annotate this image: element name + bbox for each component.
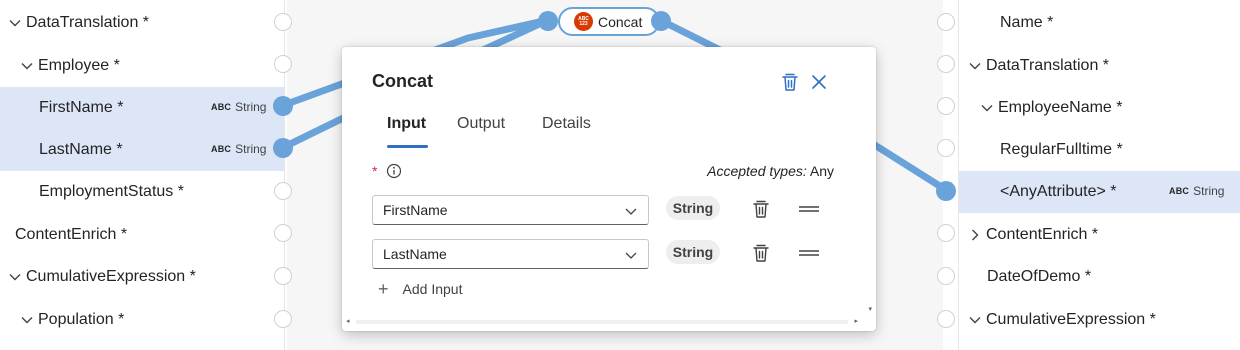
drag-handle-icon[interactable]: [799, 198, 819, 220]
target-port[interactable]: [937, 267, 955, 285]
source-node-employmentstatus[interactable]: EmploymentStatus *: [0, 171, 284, 213]
input-select-lastname[interactable]: LastName: [372, 239, 649, 269]
target-port[interactable]: [937, 139, 955, 157]
drag-handle-icon[interactable]: [799, 242, 819, 264]
tree-node-label: <AnyAttribute> *: [1000, 183, 1117, 200]
target-port[interactable]: [937, 55, 955, 73]
chevron-down-icon: [624, 248, 638, 262]
source-node-employee[interactable]: Employee *: [0, 45, 284, 87]
tab-input[interactable]: Input: [387, 115, 426, 133]
input-type-pill: String: [666, 196, 720, 220]
tree-node-label: FirstName *: [39, 99, 124, 116]
tree-node-label: Population *: [38, 311, 125, 328]
tree-node-label: LastName *: [39, 141, 123, 158]
required-marker: *: [372, 163, 378, 179]
source-port[interactable]: [274, 267, 292, 285]
target-node-datatranslation[interactable]: DataTranslation *: [958, 45, 1240, 87]
close-icon[interactable]: [808, 71, 830, 93]
source-node-cumulativeexpression[interactable]: CumulativeExpression *: [0, 256, 284, 298]
chevron-down-icon[interactable]: [8, 270, 22, 284]
source-node-contentenrich[interactable]: ContentEnrich *: [0, 214, 284, 256]
chevron-right-icon[interactable]: [968, 228, 982, 242]
scroll-left-icon[interactable]: ◂: [346, 317, 350, 325]
type-tag: ABC String: [211, 142, 267, 156]
target-node-employeename[interactable]: EmployeeName *: [958, 87, 1240, 129]
source-node-firstname[interactable]: FirstName * ABC String: [0, 87, 284, 129]
source-node-population[interactable]: Population *: [0, 299, 284, 341]
target-panel-divider: [958, 0, 959, 350]
string-type-icon: ABC: [211, 102, 232, 112]
target-node-anyattribute[interactable]: <AnyAttribute> * ABC String: [958, 171, 1240, 213]
target-node-cumulativeexpression[interactable]: CumulativeExpression *: [958, 299, 1240, 341]
target-node-regularfulltime[interactable]: RegularFulltime *: [958, 129, 1240, 171]
target-node-dateofdemo[interactable]: DateOfDemo *: [958, 256, 1240, 298]
tree-node-label: CumulativeExpression *: [986, 311, 1156, 328]
add-input-button[interactable]: + Add Input: [378, 279, 462, 299]
target-node-contentenrich[interactable]: ContentEnrich *: [958, 214, 1240, 256]
source-node-datatranslation[interactable]: DataTranslation *: [0, 2, 284, 44]
tree-node-label: ContentEnrich *: [986, 226, 1099, 243]
tree-node-label: EmployeeName *: [998, 99, 1123, 116]
source-port-connected[interactable]: [273, 138, 293, 158]
source-port[interactable]: [274, 182, 292, 200]
type-tag: ABC String: [211, 100, 267, 114]
string-function-icon: ABC 123: [574, 12, 593, 31]
plus-icon: +: [378, 279, 389, 299]
input-select-firstname[interactable]: FirstName: [372, 195, 649, 225]
dialog-title: Concat: [372, 71, 434, 91]
tree-node-label: Name *: [1000, 14, 1054, 31]
source-port[interactable]: [274, 55, 292, 73]
tree-node-label: CumulativeExpression *: [26, 268, 196, 285]
chevron-down-icon[interactable]: [20, 313, 34, 327]
scroll-down-icon[interactable]: ▾: [868, 305, 872, 313]
function-properties-dialog: Concat Input Output Details * Accepted t…: [342, 47, 876, 331]
function-input-handle[interactable]: [538, 11, 558, 31]
info-icon[interactable]: [386, 163, 402, 179]
source-port[interactable]: [274, 224, 292, 242]
delete-input-icon[interactable]: [751, 198, 771, 220]
string-type-icon: ABC: [1169, 186, 1190, 196]
tab-output[interactable]: Output: [457, 115, 505, 133]
string-type-icon: ABC: [211, 144, 232, 154]
tab-details[interactable]: Details: [542, 115, 591, 133]
target-port[interactable]: [937, 13, 955, 31]
target-port-connected[interactable]: [936, 181, 956, 201]
source-node-lastname[interactable]: LastName * ABC String: [0, 129, 284, 171]
source-panel-divider: [284, 0, 285, 350]
active-tab-indicator: [387, 145, 428, 148]
type-tag: ABC String: [1169, 184, 1225, 198]
target-port[interactable]: [937, 97, 955, 115]
chevron-down-icon[interactable]: [980, 101, 994, 115]
delete-input-icon[interactable]: [751, 242, 771, 264]
source-port[interactable]: [274, 310, 292, 328]
accepted-types-note: Accepted types: Any: [707, 163, 834, 179]
function-node-label: Concat: [598, 13, 643, 30]
tree-node-label: DateOfDemo *: [987, 268, 1092, 285]
concat-function-node[interactable]: ABC 123 Concat: [558, 7, 660, 36]
chevron-down-icon: [624, 204, 638, 218]
target-node-name[interactable]: Name *: [958, 2, 1240, 44]
tree-node-label: EmploymentStatus *: [39, 183, 184, 200]
source-port[interactable]: [274, 13, 292, 31]
target-port[interactable]: [937, 224, 955, 242]
target-schema-panel: Name * DataTranslation * EmployeeName * …: [958, 0, 1240, 350]
source-schema-panel: DataTranslation * Employee * FirstName *…: [0, 0, 284, 350]
input-type-pill: String: [666, 240, 720, 264]
tree-node-label: Employee *: [38, 57, 120, 74]
tree-node-label: RegularFulltime *: [1000, 141, 1123, 158]
horizontal-scrollbar[interactable]: ◂ ▸: [342, 317, 862, 327]
source-port-connected[interactable]: [273, 96, 293, 116]
chevron-down-icon[interactable]: [968, 59, 982, 73]
function-output-handle[interactable]: [651, 11, 671, 31]
delete-function-icon[interactable]: [779, 71, 801, 93]
chevron-down-icon[interactable]: [20, 59, 34, 73]
scroll-right-icon[interactable]: ▸: [854, 317, 858, 325]
target-port[interactable]: [937, 310, 955, 328]
tree-node-label: DataTranslation *: [26, 14, 150, 31]
tree-node-label: ContentEnrich *: [15, 226, 128, 243]
chevron-down-icon[interactable]: [968, 313, 982, 327]
chevron-down-icon[interactable]: [8, 16, 22, 30]
tree-node-label: DataTranslation *: [986, 57, 1110, 74]
